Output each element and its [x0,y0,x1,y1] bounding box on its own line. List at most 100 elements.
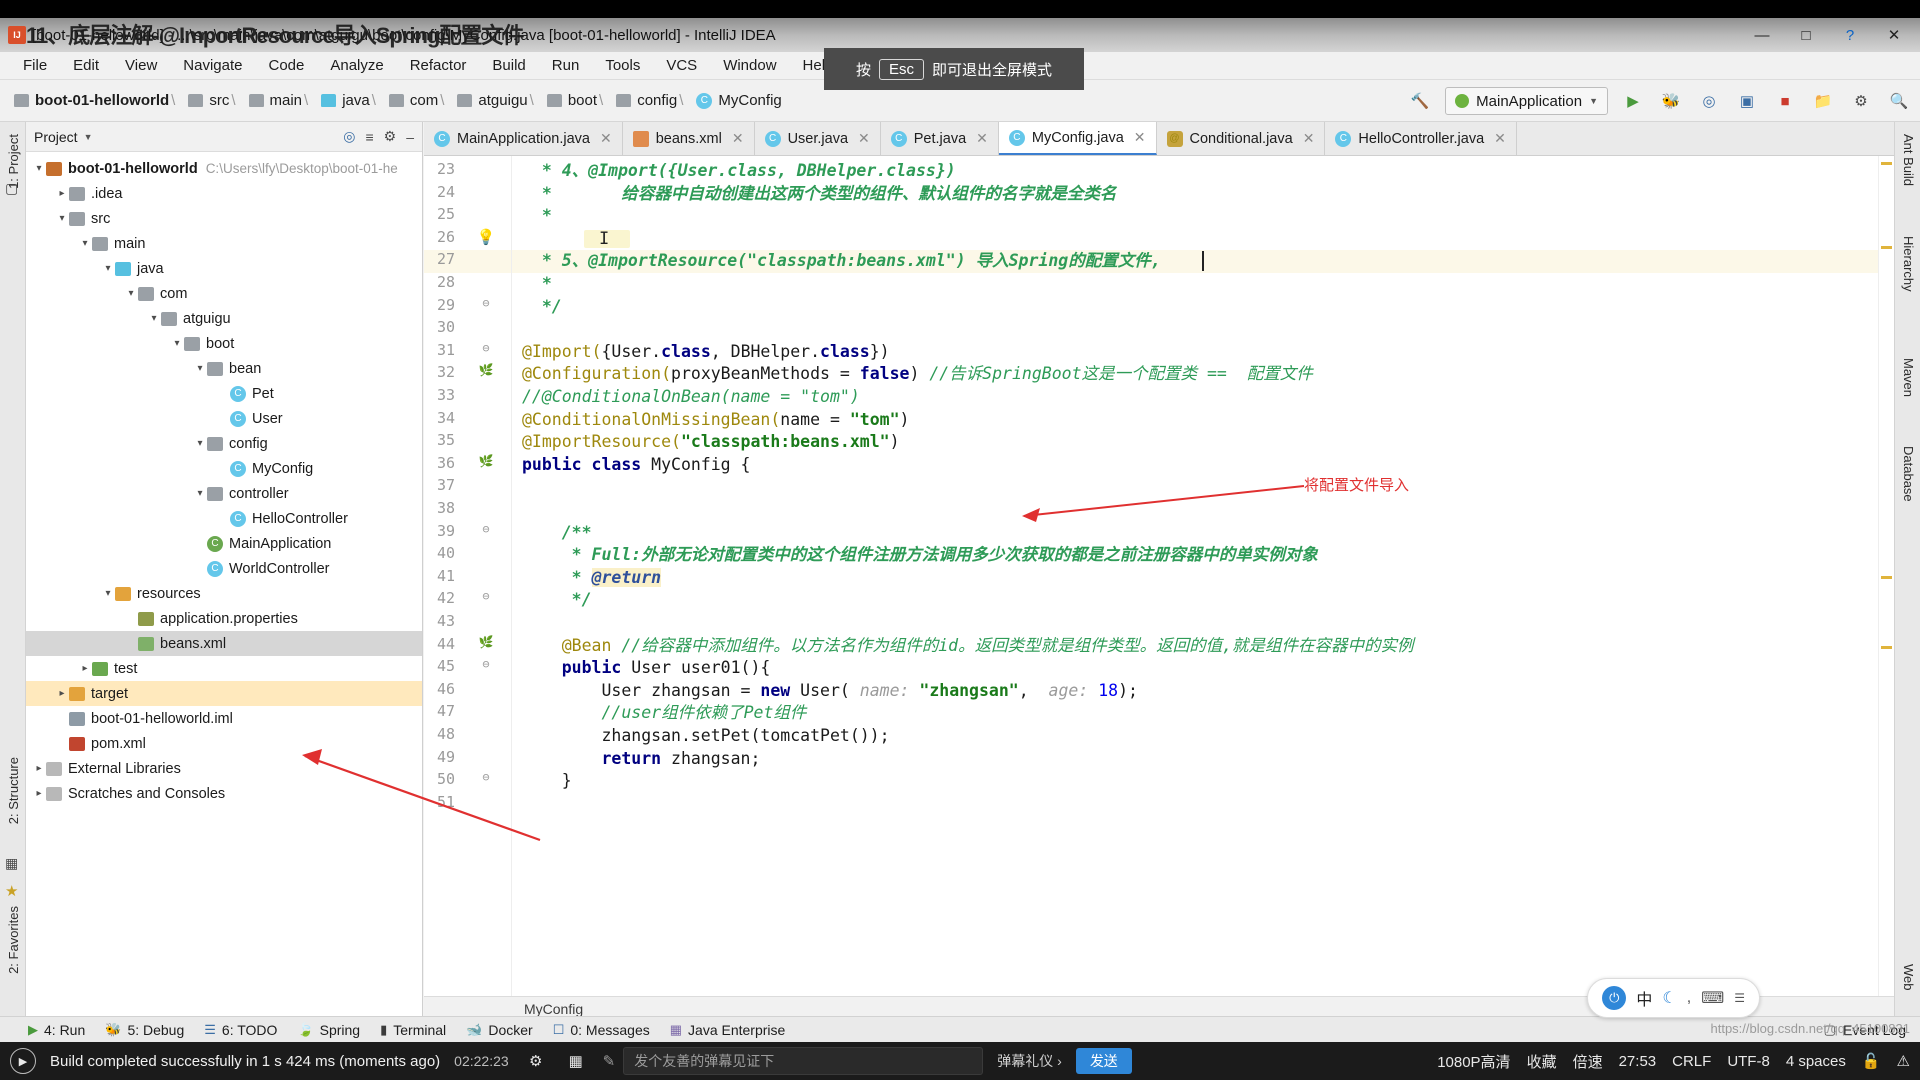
gear-icon[interactable]: ⚙ [384,128,397,145]
menu-run[interactable]: Run [539,55,593,76]
editor-tab-myconfig-java[interactable]: C MyConfig.java ✕ [998,122,1157,155]
disclosure-triangle-icon[interactable]: ▾ [170,338,184,349]
menu-refactor[interactable]: Refactor [397,55,480,76]
build-hammer-icon[interactable]: 🔨 [1407,88,1433,114]
code-fold-icon[interactable]: ⊖ [476,341,496,355]
tool-button-run[interactable]: ▶ 4: Run [28,1022,85,1038]
code-editor[interactable]: 23 24 25 26 💡 27 28 29 ⊖ 30 31 ⊖ 32 🌿 33 34 35 36 🌿 37 38 39 ⊖… [424,156,1894,996]
profiler-icon[interactable]: ▣ [1734,88,1760,114]
tree-item-beans-xml[interactable]: beans.xml [26,631,422,656]
danmaku-input[interactable]: 发个友善的弹幕见证下 [623,1047,984,1075]
close-button[interactable]: ✕ [1872,20,1916,50]
sidebar-tab-maven[interactable]: Maven [1897,352,1920,403]
quality-selector[interactable]: 1080P高清 [1437,1051,1510,1072]
breadcrumb-boot[interactable]: boot [528,92,597,109]
menu-build[interactable]: Build [479,55,538,76]
tree-item-main[interactable]: ▾ main [26,231,422,256]
indent-setting[interactable]: 4 spaces [1786,1053,1846,1070]
menu-window[interactable]: Window [710,55,789,76]
grid-icon[interactable]: ▦ [5,855,18,872]
tree-item-worldcontroller[interactable]: C WorldController [26,556,422,581]
tree-item-pet[interactable]: C Pet [26,381,422,406]
spring-config-gutter-icon[interactable]: 🌿 [476,454,496,468]
collapse-all-icon[interactable]: ≡ [365,129,373,145]
disclosure-triangle-icon[interactable]: ▾ [193,438,207,449]
tree-item-user[interactable]: C User [26,406,422,431]
tree-item-bean[interactable]: ▾ bean [26,356,422,381]
close-tab-icon[interactable]: ✕ [1303,130,1315,147]
help-button[interactable]: ? [1828,20,1872,50]
settings-gear-icon[interactable]: ⚙ [523,1048,549,1074]
sidebar-tab-ant-build[interactable]: Ant Build [1897,128,1920,192]
menu-file[interactable]: File [10,55,60,76]
tool-button-messages[interactable]: ☐ 0: Messages [553,1022,650,1038]
tree-item-mainapplication[interactable]: C MainApplication [26,531,422,556]
close-tab-icon[interactable]: ✕ [1494,130,1506,147]
stop-icon[interactable]: ■ [1772,88,1798,114]
tree-item-src[interactable]: ▾ src [26,206,422,231]
tree-item-resources[interactable]: ▾ resources [26,581,422,606]
sidebar-tab-hierarchy[interactable]: Hierarchy [1897,230,1920,298]
menu-analyze[interactable]: Analyze [317,55,396,76]
tool-button-debug[interactable]: 🐝 5: Debug [105,1022,184,1038]
disclosure-triangle-icon[interactable]: ▾ [55,213,69,224]
danmaku-area[interactable]: ✎ 发个友善的弹幕见证下 [603,1047,984,1075]
editor-tab-conditional-java[interactable]: @ Conditional.java ✕ [1156,122,1326,155]
sidebar-tab-favorites[interactable]: 2: Favorites [2,900,25,980]
coverage-icon[interactable]: ◎ [1696,88,1722,114]
menu-vcs[interactable]: VCS [653,55,710,76]
close-tab-icon[interactable]: ✕ [976,130,988,147]
locate-icon[interactable]: ◎ [343,128,355,145]
tree-item-application-properties[interactable]: application.properties [26,606,422,631]
tree-item-atguigu[interactable]: ▾ atguigu [26,306,422,331]
breadcrumb-config[interactable]: config [597,92,677,109]
close-tab-icon[interactable]: ✕ [858,130,870,147]
tree-item-pom-xml[interactable]: pom.xml [26,731,422,756]
disclosure-triangle-icon[interactable]: ▾ [124,288,138,299]
breadcrumb-com[interactable]: com [370,92,438,109]
editor-tab-pet-java[interactable]: C Pet.java ✕ [880,122,999,155]
code-fold-icon[interactable]: ⊖ [476,296,496,310]
maximize-button[interactable]: □ [1784,20,1828,50]
project-structure-icon[interactable]: 📁 [1810,88,1836,114]
tree-item-boot-01-helloworld[interactable]: ▾ boot-01-helloworld C:\Users\lfy\Desktop\… [26,156,422,181]
disclosure-triangle-icon[interactable]: ▾ [193,488,207,499]
sidebar-tab-web[interactable]: Web [1897,958,1920,997]
spring-bean-gutter-icon[interactable]: 🌿 [476,635,496,649]
tree-item-com[interactable]: ▾ com [26,281,422,306]
ime-comma-icon[interactable]: , [1687,989,1691,1007]
tree-item-external-libraries[interactable]: ▸ External Libraries [26,756,422,781]
inspection-icon[interactable]: ⚠ [1897,1052,1910,1070]
sidebar-tab-database[interactable]: Database [1897,440,1920,508]
tree-item-controller[interactable]: ▾ controller [26,481,422,506]
editor-tab-beans-xml[interactable]: beans.xml ✕ [622,122,755,155]
star-icon[interactable]: ★ [5,882,18,900]
hide-icon[interactable]: – [406,129,414,145]
disclosure-triangle-icon[interactable]: ▸ [55,688,69,699]
disclosure-triangle-icon[interactable]: ▾ [101,588,115,599]
code-fold-icon[interactable]: ⊖ [476,770,496,784]
tree-item-test[interactable]: ▸ test [26,656,422,681]
bookmark-icon[interactable]: ▢ [5,180,18,197]
ime-mode-label[interactable]: 中 [1636,986,1652,1010]
tree-item--idea[interactable]: ▸ .idea [26,181,422,206]
project-tree[interactable]: ▾ boot-01-helloworld C:\Users\lfy\Desktop\… [26,152,422,1020]
editor-gutter[interactable]: 23 24 25 26 💡 27 28 29 ⊖ 30 31 ⊖ 32 🌿 33 34 35 36 🌿 37 38 39 ⊖… [424,156,512,996]
lock-icon[interactable]: 🔓 [1862,1052,1881,1070]
editor-tab-mainapplication-java[interactable]: C MainApplication.java ✕ [424,122,623,155]
tool-button-java-enterprise[interactable]: ▦ Java Enterprise [670,1022,786,1038]
code-fold-icon[interactable]: ⊖ [476,589,496,603]
code-fold-icon[interactable]: ⊖ [476,522,496,536]
tool-button-docker[interactable]: 🐋 Docker [466,1022,533,1038]
marker-warning[interactable] [1881,162,1892,165]
gift-label[interactable]: 弹幕礼仪 › [997,1051,1062,1071]
breadcrumb-atguigu[interactable]: atguigu [438,92,528,109]
disclosure-triangle-icon[interactable]: ▾ [193,363,207,374]
send-button[interactable]: 发送 [1075,1048,1132,1074]
menu-navigate[interactable]: Navigate [170,55,255,76]
editor-tab-hellocontroller-java[interactable]: C HelloController.java ✕ [1325,122,1517,155]
disclosure-triangle-icon[interactable]: ▾ [32,163,46,174]
intention-bulb-icon[interactable]: 💡 [476,228,496,246]
disclosure-triangle-icon[interactable]: ▸ [55,188,69,199]
tree-item-target[interactable]: ▸ target [26,681,422,706]
